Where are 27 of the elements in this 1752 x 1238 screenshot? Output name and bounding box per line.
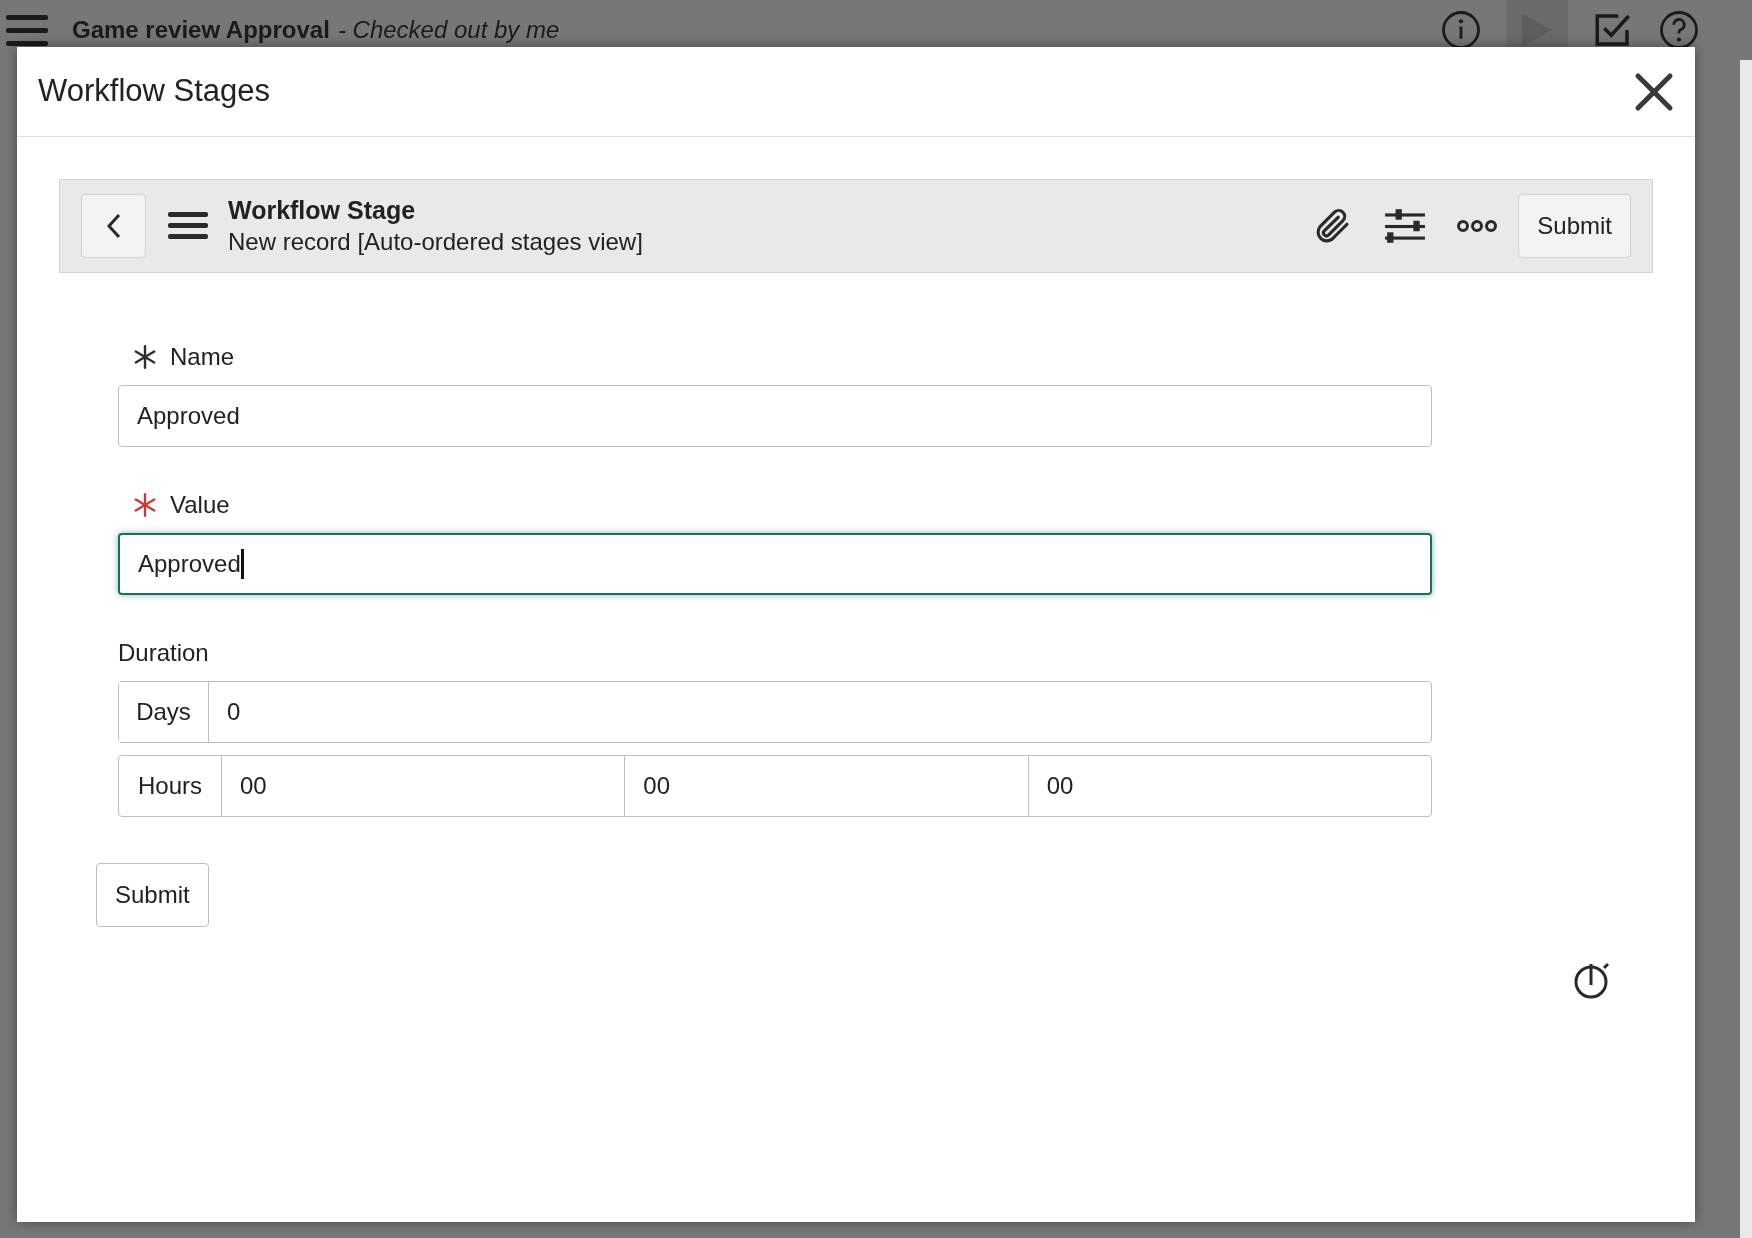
- more-icon[interactable]: [1456, 218, 1499, 234]
- time-value[interactable]: 00: [1028, 756, 1431, 816]
- dialog-title: Workflow Stages: [38, 72, 270, 111]
- field-label: Value: [170, 490, 230, 520]
- back-icon: [105, 213, 122, 239]
- close-icon[interactable]: [1634, 71, 1674, 112]
- time-value[interactable]: 00: [222, 756, 626, 816]
- back-button[interactable]: [81, 194, 146, 258]
- field-label: Name: [170, 342, 235, 372]
- text-cursor: [240, 549, 244, 579]
- submit-button[interactable]: Submit: [1518, 194, 1631, 258]
- play-icon: [1520, 11, 1554, 49]
- record-status: - Checked out by me: [337, 15, 560, 45]
- duration-label: Duration: [118, 638, 210, 668]
- days-label: Days: [119, 682, 209, 742]
- hours-field[interactable]: Hours 00 00 00: [118, 755, 1432, 817]
- input-field[interactable]: Approved: [118, 385, 1432, 447]
- days-field[interactable]: Days 0: [118, 681, 1432, 743]
- form-subtitle: New record [Auto-ordered stages view]: [228, 226, 643, 257]
- hours-label: Hours: [119, 756, 222, 816]
- time-value[interactable]: 00: [625, 756, 1029, 816]
- record-title: Game review Approval: [72, 15, 330, 45]
- submit-button[interactable]: Submit: [96, 863, 209, 927]
- menu-icon[interactable]: [168, 210, 208, 242]
- days-value[interactable]: 0: [209, 682, 259, 742]
- input-field[interactable]: Approved: [118, 533, 1432, 595]
- form-title: Workflow Stage: [228, 195, 417, 227]
